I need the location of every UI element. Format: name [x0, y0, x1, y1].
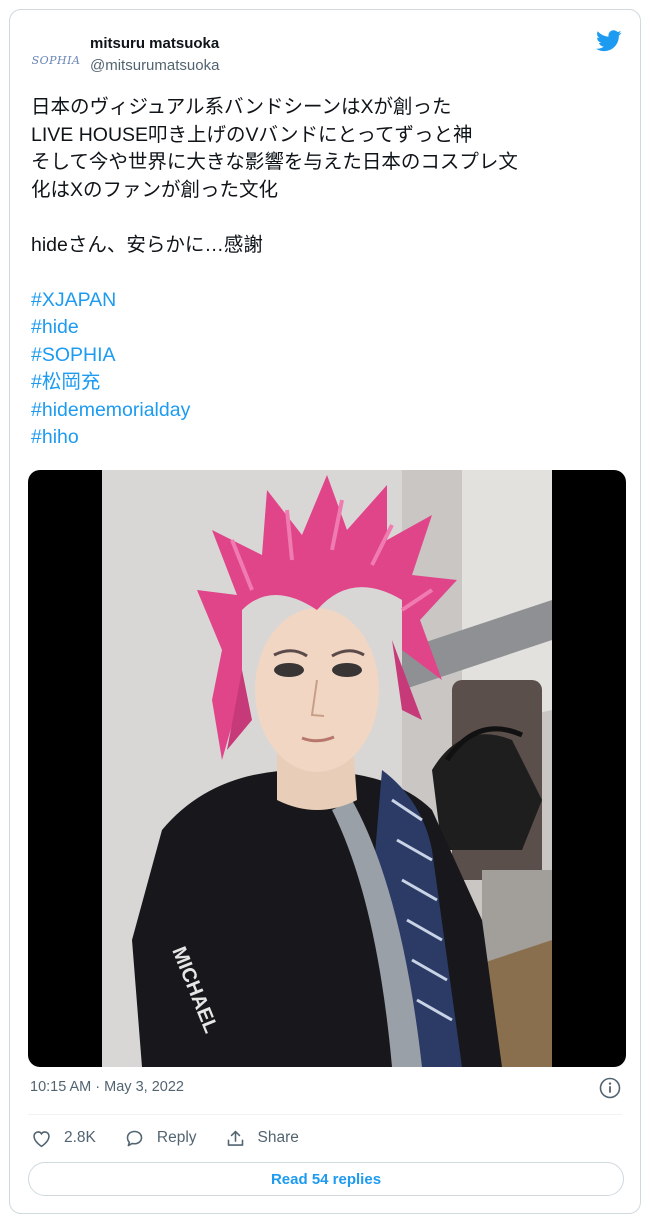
- hashtag-link[interactable]: #hiho: [31, 424, 631, 452]
- tweet-line: LIVE HOUSE叩き上げのVバンドにとってずっと神: [31, 123, 473, 146]
- twitter-bird-icon[interactable]: [596, 30, 622, 52]
- like-count: 2.8K: [64, 1129, 96, 1146]
- share-icon: [227, 1130, 243, 1146]
- hashtag-link[interactable]: #SOPHIA: [31, 342, 631, 370]
- hashtag-link[interactable]: #hide: [31, 314, 631, 342]
- tweet-line: hideさん、安らかに…感謝: [31, 233, 263, 256]
- video-frame-image: MICHAEL: [102, 470, 552, 1067]
- tweet-timestamp[interactable]: 10:15 AM · May 3, 2022: [30, 1079, 184, 1095]
- tweet-line: そして今や世界に大きな影響を与えた日本のコスプレ文: [31, 151, 518, 173]
- read-replies-button[interactable]: Read 54 replies: [28, 1162, 624, 1196]
- tweet-line: 化はXのファンが創った文化: [31, 178, 279, 201]
- tweet-text: 日本のヴィジュアル系バンドシーンはXが創った LIVE HOUSE叩き上げのVバ…: [31, 94, 631, 452]
- tweet-line: 日本のヴィジュアル系バンドシーンはXが創った: [31, 96, 452, 118]
- divider: [28, 1114, 622, 1115]
- user-handle[interactable]: @mitsurumatsuoka: [90, 57, 219, 74]
- avatar[interactable]: SOPHIA: [32, 36, 80, 84]
- like-button[interactable]: 2.8K: [31, 1128, 96, 1149]
- display-name[interactable]: mitsuru matsuoka: [90, 35, 219, 52]
- info-icon[interactable]: [599, 1077, 621, 1099]
- share-button[interactable]: Share: [225, 1128, 299, 1149]
- reply-button[interactable]: Reply: [124, 1128, 197, 1149]
- reply-label: Reply: [156, 1129, 197, 1146]
- share-label: Share: [257, 1129, 299, 1146]
- hashtag-link[interactable]: #hidememorialday: [31, 397, 631, 425]
- speech-bubble-icon: [126, 1130, 143, 1146]
- hashtag-link[interactable]: #XJAPAN: [31, 287, 631, 315]
- tweet-card: SOPHIA mitsuru matsuoka @mitsurumatsuoka…: [9, 9, 641, 1214]
- action-bar: 2.8K Reply Share: [31, 1126, 327, 1150]
- heart-icon: [33, 1130, 50, 1147]
- avatar-logo-text: SOPHIA: [31, 53, 81, 67]
- hashtag-link[interactable]: #松岡充: [31, 369, 631, 397]
- tweet-video[interactable]: MICHAEL: [28, 470, 626, 1067]
